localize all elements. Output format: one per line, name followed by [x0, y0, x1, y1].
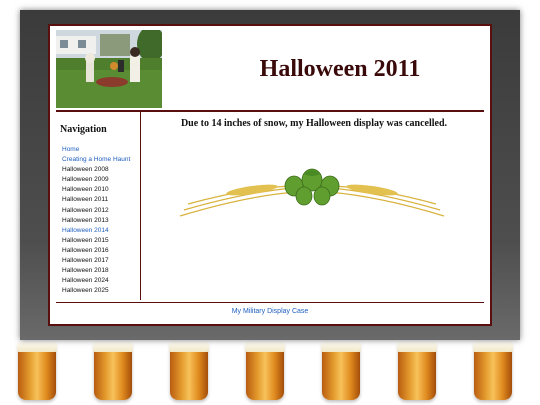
yard-scene-image — [56, 30, 162, 108]
nav-item-halloween-2012[interactable]: Halloween 2012 — [62, 206, 130, 216]
beer-glass-icon — [17, 342, 57, 400]
beer-glass-icon — [321, 342, 361, 400]
nav-item-halloween-2009[interactable]: Halloween 2009 — [62, 175, 130, 185]
nav-list: Home Creating a Home Haunt Halloween 200… — [62, 145, 130, 296]
halloween-yard-photo — [56, 30, 162, 108]
notice-text: Due to 14 inches of snow, my Halloween d… — [180, 118, 448, 129]
nav-item-halloween-2015[interactable]: Halloween 2015 — [62, 236, 130, 246]
nav-item-halloween-2024[interactable]: Halloween 2024 — [62, 276, 130, 286]
nav-item-halloween-2014[interactable]: Halloween 2014 — [62, 226, 130, 236]
nav-item-halloween-2008[interactable]: Halloween 2008 — [62, 165, 130, 175]
nav-item-halloween-2025[interactable]: Halloween 2025 — [62, 286, 130, 296]
nav-item-halloween-2016[interactable]: Halloween 2016 — [62, 246, 130, 256]
nav-heading: Navigation — [60, 124, 107, 135]
footer-divider — [56, 302, 484, 303]
nav-item-halloween-2011[interactable]: Halloween 2011 — [62, 195, 130, 205]
hops-and-wheat-icon — [176, 166, 448, 226]
nav-item-halloween-2017[interactable]: Halloween 2017 — [62, 256, 130, 266]
nav-item-halloween-2018[interactable]: Halloween 2018 — [62, 266, 130, 276]
footer-link-military-display-case[interactable]: My Military Display Case — [50, 308, 490, 315]
beer-glass-row — [0, 342, 540, 405]
page-title: Halloween 2011 — [259, 56, 421, 82]
beer-glass-icon — [93, 342, 133, 400]
nav-item-halloween-2010[interactable]: Halloween 2010 — [62, 185, 130, 195]
nav-item-home[interactable]: Home — [62, 145, 130, 155]
page-content: Halloween 2011 Navigation Home Creating … — [48, 24, 492, 326]
nav-item-halloween-2013[interactable]: Halloween 2013 — [62, 216, 130, 226]
page-frame: Halloween 2011 Navigation Home Creating … — [20, 10, 520, 340]
beer-glass-icon — [397, 342, 437, 400]
sidebar: Navigation Home Creating a Home Haunt Ha… — [56, 112, 141, 300]
beer-glass-icon — [245, 342, 285, 400]
nav-item-creating-a-home-haunt[interactable]: Creating a Home Haunt — [62, 155, 130, 165]
beer-glass-icon — [169, 342, 209, 400]
beer-glass-icon — [473, 342, 513, 400]
